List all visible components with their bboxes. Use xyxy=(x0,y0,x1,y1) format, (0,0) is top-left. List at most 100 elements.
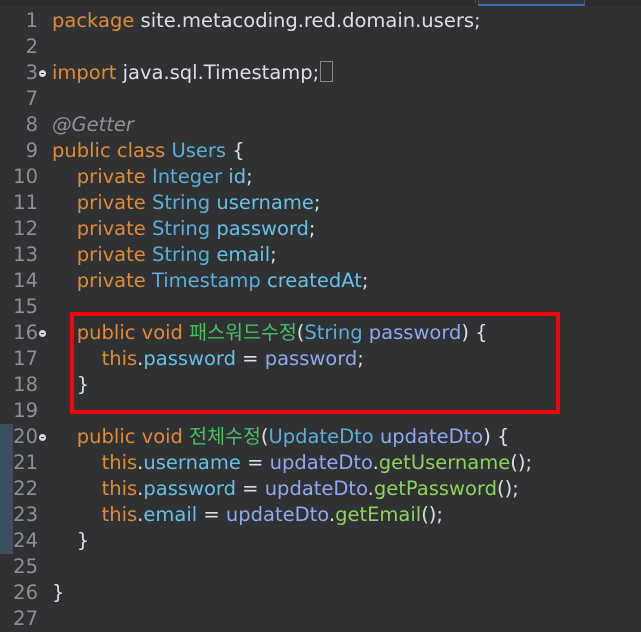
code-text: } xyxy=(52,528,89,554)
code-token: class xyxy=(116,139,172,162)
code-line[interactable]: 25 xyxy=(0,554,641,580)
code-token: ; xyxy=(313,191,321,214)
code-line[interactable]: 24 } xyxy=(0,528,641,554)
code-token: = xyxy=(235,477,265,500)
line-number: 17 xyxy=(13,347,38,370)
code-line[interactable]: 11 private String username; xyxy=(0,190,641,216)
code-token: String xyxy=(151,217,211,240)
editor-tab-inactive[interactable] xyxy=(395,0,476,3)
code-token: getUsername xyxy=(378,451,511,474)
code-token: site.metacoding.red.domain.users; xyxy=(140,9,481,32)
code-line[interactable]: 7 xyxy=(0,86,641,112)
code-text: this.username = updateDto.getUsername(); xyxy=(52,450,532,476)
code-line[interactable]: 26} xyxy=(0,580,641,606)
code-line[interactable]: 1 package site.metacoding.red.domain.user… xyxy=(0,8,641,34)
fold-collapse-icon[interactable] xyxy=(39,434,46,441)
code-token: password xyxy=(143,477,236,500)
code-token: package xyxy=(52,9,141,32)
code-token: username xyxy=(216,191,314,214)
line-number: 26 xyxy=(13,581,38,604)
code-token: ; xyxy=(308,217,316,240)
code-token: import xyxy=(52,61,123,84)
code-line[interactable]: 12 private String password; xyxy=(0,216,641,242)
code-text: private String password; xyxy=(52,216,316,242)
code-text: this.email = updateDto.getEmail(); xyxy=(52,502,443,528)
code-token: Integer xyxy=(151,165,223,188)
code-token: 전체수정 xyxy=(189,425,261,448)
code-text: private Timestamp createdAt; xyxy=(52,268,369,294)
code-token: Users xyxy=(171,139,227,162)
line-number: 20 xyxy=(13,425,38,448)
line-number: 19 xyxy=(13,399,38,422)
code-token: @Getter xyxy=(52,113,134,136)
code-line[interactable]: 9 public class Users { xyxy=(0,138,641,164)
code-token: updateDto xyxy=(264,477,368,500)
code-token: getPassword xyxy=(373,477,497,500)
code-token: this xyxy=(52,503,138,526)
code-text: package site.metacoding.red.domain.users… xyxy=(52,8,481,34)
code-token: = xyxy=(197,503,226,526)
code-line[interactable]: 3 import java.sql.Timestamp; xyxy=(0,60,641,86)
fold-collapse-icon[interactable] xyxy=(39,330,46,337)
code-line[interactable]: 2 xyxy=(0,34,641,60)
code-editor[interactable]: 1 package site.metacoding.red.domain.user… xyxy=(0,6,641,630)
code-token: this xyxy=(52,451,138,474)
code-line[interactable]: 14 private Timestamp createdAt; xyxy=(0,268,641,294)
code-token: username xyxy=(143,451,241,474)
line-number: 8 xyxy=(25,113,38,136)
code-token: private xyxy=(52,165,152,188)
code-token: Timestamp xyxy=(151,269,261,292)
code-token: password xyxy=(216,217,309,240)
code-line[interactable]: 20 public void 전체수정(UpdateDto updateDto)… xyxy=(0,424,641,450)
code-token: private xyxy=(52,191,152,214)
code-token: (); xyxy=(421,503,443,526)
code-token: (); xyxy=(496,477,519,500)
code-token: id xyxy=(228,165,247,188)
code-token: ( xyxy=(260,425,269,448)
line-number: 11 xyxy=(13,191,38,214)
line-number: 15 xyxy=(13,295,38,318)
code-text: public class Users { xyxy=(52,138,245,164)
line-number: 22 xyxy=(13,477,38,500)
line-number: 16 xyxy=(13,321,38,344)
line-number: 25 xyxy=(13,555,38,578)
line-number: 1 xyxy=(25,9,38,32)
code-token: email xyxy=(216,243,271,266)
fold-expand-icon[interactable] xyxy=(39,70,46,77)
code-line[interactable]: 23 this.email = updateDto.getEmail(); xyxy=(0,502,641,528)
code-token: ) { xyxy=(483,425,510,448)
code-line[interactable]: 21 this.username = updateDto.getUsername… xyxy=(0,450,641,476)
code-token: private xyxy=(52,217,152,240)
code-text: import java.sql.Timestamp; xyxy=(52,60,334,86)
code-line[interactable]: 8 @Getter xyxy=(0,112,641,138)
code-text: @Getter xyxy=(52,112,134,138)
code-text: private Integer id; xyxy=(52,164,253,190)
code-text: private String email; xyxy=(52,242,277,268)
line-number: 21 xyxy=(13,451,38,474)
code-line[interactable]: 22 this.password = updateDto.getPassword… xyxy=(0,476,641,502)
code-token: (); xyxy=(510,451,533,474)
folded-region-icon[interactable] xyxy=(320,61,334,82)
line-number: 10 xyxy=(13,165,38,188)
line-number: 12 xyxy=(13,217,38,240)
line-number: 23 xyxy=(13,503,38,526)
code-token: public xyxy=(52,139,117,162)
code-token: updateDto xyxy=(225,503,329,526)
code-token: ; xyxy=(361,269,369,292)
code-token: { xyxy=(226,139,245,162)
code-token: String xyxy=(151,243,211,266)
highlight-annotation-box xyxy=(70,312,560,414)
code-text: private String username; xyxy=(52,190,321,216)
line-number: 9 xyxy=(25,139,38,162)
code-line[interactable]: 13 private String email; xyxy=(0,242,641,268)
code-line[interactable]: 27 xyxy=(0,606,641,632)
code-token: createdAt xyxy=(267,269,362,292)
code-token: String xyxy=(151,191,211,214)
code-token: updateDto xyxy=(269,451,373,474)
code-token: getEmail xyxy=(335,503,422,526)
line-number: 3 xyxy=(25,61,38,84)
code-text: } xyxy=(52,580,64,606)
code-line[interactable]: 10 private Integer id; xyxy=(0,164,641,190)
code-token: void xyxy=(141,425,190,448)
code-token: } xyxy=(52,581,65,604)
